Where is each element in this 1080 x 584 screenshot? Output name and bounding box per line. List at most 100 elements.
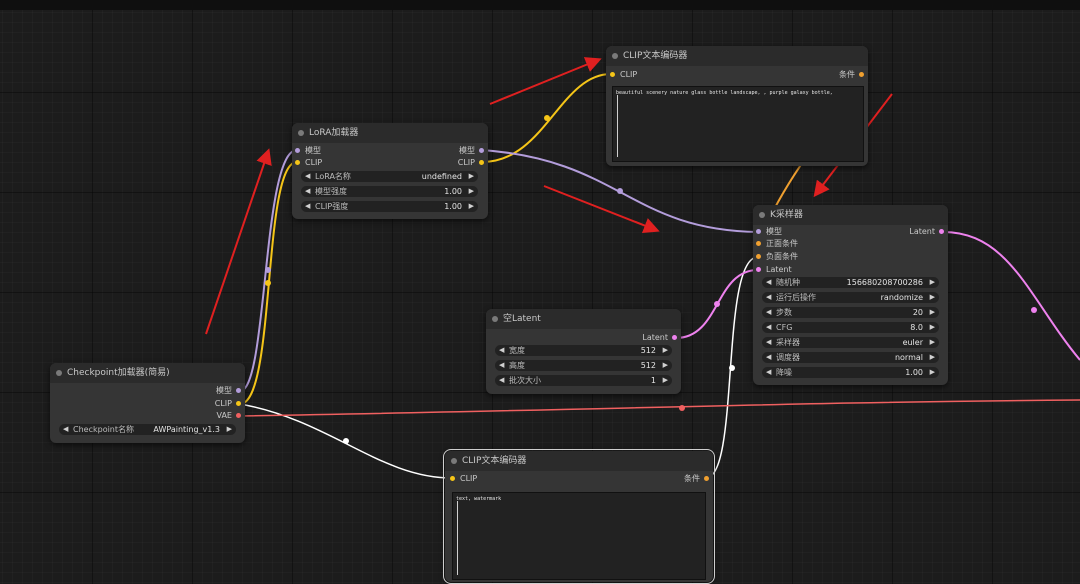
increment-arrow-icon[interactable]: ▶ (930, 322, 935, 333)
port-dot-icon[interactable] (610, 72, 615, 77)
collapse-dot-icon[interactable] (56, 370, 62, 376)
port-dot-icon[interactable] (479, 160, 484, 165)
port-dot-icon[interactable] (939, 229, 944, 234)
increment-arrow-icon[interactable]: ▶ (930, 307, 935, 318)
port-dot-icon[interactable] (756, 267, 761, 272)
decrement-arrow-icon[interactable]: ◀ (766, 307, 771, 318)
port-dot-icon[interactable] (859, 72, 864, 77)
output-port-clip[interactable]: CLIP (458, 158, 484, 168)
node-lora-loader[interactable]: LoRA加载器 模型 CLIP 模型 CLIP ◀ LoRA名称 undefined… (292, 123, 488, 219)
input-port-clip[interactable]: CLIP (450, 474, 477, 484)
decrement-arrow-icon[interactable]: ◀ (499, 360, 504, 371)
widget-lora-name[interactable]: ◀ LoRA名称 undefined ▶ (301, 171, 478, 182)
widget-cfg[interactable]: ◀ CFG 8.0 ▶ (762, 322, 939, 333)
collapse-dot-icon[interactable] (759, 212, 765, 218)
decrement-arrow-icon[interactable]: ◀ (305, 186, 310, 197)
increment-arrow-icon[interactable]: ▶ (469, 171, 474, 182)
prompt-textarea[interactable]: text, watermark (452, 492, 706, 580)
node-title[interactable]: Checkpoint加载器(简易) (50, 363, 245, 383)
output-port-vae[interactable]: VAE (217, 411, 241, 421)
output-port-conditioning[interactable]: 条件 (684, 474, 709, 484)
increment-arrow-icon[interactable]: ▶ (930, 367, 935, 378)
port-dot-icon[interactable] (236, 413, 241, 418)
increment-arrow-icon[interactable]: ▶ (469, 201, 474, 212)
widget-clip-strength[interactable]: ◀ CLIP强度 1.00 ▶ (301, 201, 478, 212)
input-port-model[interactable]: 模型 (295, 146, 321, 156)
decrement-arrow-icon[interactable]: ◀ (499, 375, 504, 386)
node-empty-latent[interactable]: 空Latent Latent ◀ 宽度 512 ▶ ◀ 高度 512 ▶ ◀ 批次大小 1 ▶ (486, 309, 681, 394)
collapse-dot-icon[interactable] (612, 53, 618, 59)
input-port-clip[interactable]: CLIP (610, 70, 637, 80)
increment-arrow-icon[interactable]: ▶ (663, 360, 668, 371)
input-port-model[interactable]: 模型 (756, 227, 782, 237)
decrement-arrow-icon[interactable]: ◀ (305, 171, 310, 182)
widget-batch-size[interactable]: ◀ 批次大小 1 ▶ (495, 375, 672, 386)
widget-height[interactable]: ◀ 高度 512 ▶ (495, 360, 672, 371)
increment-arrow-icon[interactable]: ▶ (930, 292, 935, 303)
collapse-dot-icon[interactable] (492, 316, 498, 322)
decrement-arrow-icon[interactable]: ◀ (63, 424, 68, 435)
node-title[interactable]: CLIP文本编码器 (606, 46, 868, 66)
widget-control-after-generate[interactable]: ◀ 运行后操作 randomize ▶ (762, 292, 939, 303)
collapse-dot-icon[interactable] (451, 458, 457, 464)
node-title[interactable]: K采样器 (753, 205, 948, 225)
decrement-arrow-icon[interactable]: ◀ (766, 367, 771, 378)
node-clip-text-encoder-top[interactable]: CLIP文本编码器 CLIP 条件 beautiful scenery natu… (606, 46, 868, 166)
port-dot-icon[interactable] (756, 241, 761, 246)
node-title[interactable]: LoRA加载器 (292, 123, 488, 143)
decrement-arrow-icon[interactable]: ◀ (499, 345, 504, 356)
node-title-text: CLIP文本编码器 (623, 51, 688, 61)
collapse-dot-icon[interactable] (298, 130, 304, 136)
input-port-clip[interactable]: CLIP (295, 158, 322, 168)
decrement-arrow-icon[interactable]: ◀ (305, 201, 310, 212)
input-port-positive[interactable]: 正面条件 (756, 239, 798, 249)
output-port-latent[interactable]: Latent (909, 227, 944, 237)
port-dot-icon[interactable] (295, 160, 300, 165)
port-dot-icon[interactable] (450, 476, 455, 481)
node-clip-text-encoder-bottom[interactable]: CLIP文本编码器 CLIP 条件 text, watermark (443, 449, 715, 584)
node-title[interactable]: 空Latent (486, 309, 681, 329)
node-title[interactable]: CLIP文本编码器 (445, 451, 713, 471)
port-dot-icon[interactable] (756, 229, 761, 234)
input-port-negative[interactable]: 负面条件 (756, 252, 798, 262)
port-dot-icon[interactable] (236, 401, 241, 406)
decrement-arrow-icon[interactable]: ◀ (766, 322, 771, 333)
increment-arrow-icon[interactable]: ▶ (663, 375, 668, 386)
widget-seed[interactable]: ◀ 随机种 156680208700286 ▶ (762, 277, 939, 288)
port-dot-icon[interactable] (672, 335, 677, 340)
widget-value: 1.00 (905, 368, 923, 377)
output-port-model[interactable]: 模型 (216, 386, 241, 396)
input-port-latent[interactable]: Latent (756, 265, 792, 275)
port-dot-icon[interactable] (236, 388, 241, 393)
widget-steps[interactable]: ◀ 步数 20 ▶ (762, 307, 939, 318)
wire-vae[interactable] (239, 399, 1080, 417)
output-port-clip[interactable]: CLIP (215, 399, 241, 409)
widget-sampler[interactable]: ◀ 采样器 euler ▶ (762, 337, 939, 348)
port-dot-icon[interactable] (479, 148, 484, 153)
prompt-textarea[interactable]: beautiful scenery nature glass bottle la… (612, 86, 864, 162)
output-port-model[interactable]: 模型 (459, 146, 484, 156)
port-dot-icon[interactable] (295, 148, 300, 153)
increment-arrow-icon[interactable]: ▶ (469, 186, 474, 197)
decrement-arrow-icon[interactable]: ◀ (766, 352, 771, 363)
widget-model-strength[interactable]: ◀ 模型强度 1.00 ▶ (301, 186, 478, 197)
widget-checkpoint-name[interactable]: ◀ Checkpoint名称 AWPainting_v1.3 ▶ (59, 424, 236, 435)
increment-arrow-icon[interactable]: ▶ (227, 424, 232, 435)
output-port-latent[interactable]: Latent (642, 333, 677, 343)
port-dot-icon[interactable] (704, 476, 709, 481)
output-port-conditioning[interactable]: 条件 (839, 70, 864, 80)
decrement-arrow-icon[interactable]: ◀ (766, 337, 771, 348)
widget-scheduler[interactable]: ◀ 调度器 normal ▶ (762, 352, 939, 363)
increment-arrow-icon[interactable]: ▶ (663, 345, 668, 356)
decrement-arrow-icon[interactable]: ◀ (766, 277, 771, 288)
wire-latent-out[interactable] (942, 231, 1080, 361)
increment-arrow-icon[interactable]: ▶ (930, 277, 935, 288)
node-k-sampler[interactable]: K采样器 模型 正面条件 负面条件 Latent Latent ◀ 随机种 1566… (753, 205, 948, 385)
increment-arrow-icon[interactable]: ▶ (930, 337, 935, 348)
node-checkpoint-loader[interactable]: Checkpoint加载器(简易) 模型 CLIP VAE ◀ Checkpoin… (50, 363, 245, 443)
decrement-arrow-icon[interactable]: ◀ (766, 292, 771, 303)
increment-arrow-icon[interactable]: ▶ (930, 352, 935, 363)
widget-denoise[interactable]: ◀ 降噪 1.00 ▶ (762, 367, 939, 378)
port-dot-icon[interactable] (756, 254, 761, 259)
widget-width[interactable]: ◀ 宽度 512 ▶ (495, 345, 672, 356)
